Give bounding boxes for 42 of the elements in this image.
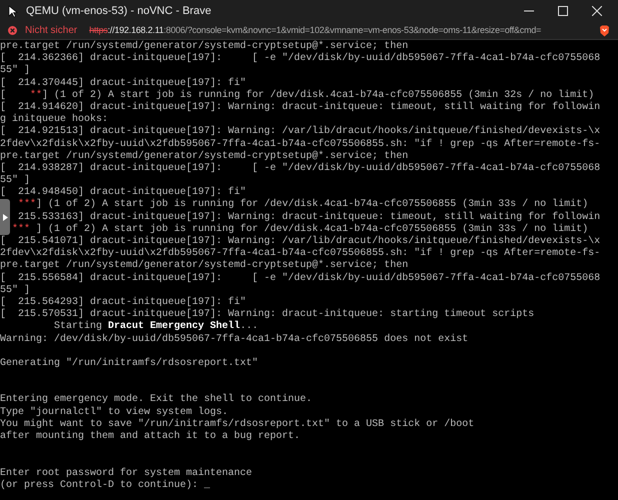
security-label[interactable]: Nicht sicher <box>25 23 78 38</box>
console-line: g initqueue hooks: <box>0 114 108 126</box>
play-icon <box>2 214 8 220</box>
console-line: [ 215.556584] dracut-initqueue[197]: [ -e "/dev/disk/by-uuid/db595067-7ffa-4ca1-b74a-cfc0755068 <box>0 272 600 284</box>
console-line: after mounting them and attach it to a bug report. <box>0 431 300 444</box>
console-line: 55" ] <box>0 65 30 78</box>
console-line: (or press Control-D to continue): _ <box>0 480 210 492</box>
console-line: [ 215.570531] dracut-initqueue[197]: Warning: dracut-initqueue: starting timeout scripts <box>0 309 534 320</box>
console-line: You might want to save "/run/initramfs/rdsosreport.txt" to a USB stick or /boot <box>0 418 474 430</box>
console-line: *** ] (1 of 2) A start job is running for /dev/disk.4ca1-b74a-cfc075506855 (3min 33s / no limit) <box>12 224 588 236</box>
window-title: QEMU (vm-enos-53) - noVNC - Brave <box>26 4 212 19</box>
console-line: Type "journalctl" to view system logs. <box>0 406 228 418</box>
console-line: [ 215.564293] dracut-initqueue[197]: fi" <box>0 296 246 308</box>
console-line: Entering emergency mode. Exit the shell to continue. <box>0 394 312 406</box>
url-field[interactable]: https://192.168.2.11:8006/?console=kvm&novnc=1&vmid=102&vmname=vm-enos-53&node=oms-11&resize=off&cmd= <box>89 24 542 38</box>
maximize-icon[interactable] <box>558 6 568 16</box>
console-line: 215.533163] dracut-initqueue[197]: Warning: dracut-initqueue: timeout, still waiting for followin <box>18 212 600 224</box>
console-line: 55" ] <box>0 284 30 296</box>
console-line: [ 215.541071] dracut-initqueue[197]: Warning: /var/lib/dracut/hooks/initqueue/finished/devexists-\x <box>0 236 600 248</box>
console-line: 55" ] <box>0 175 30 186</box>
console-line: pre.target /run/systemd/generator/systemd-cryptsetup@*.service; then <box>0 41 408 52</box>
console-line: [ 214.362366] dracut-initqueue[197]: [ -e "/dev/disk/by-uuid/db595067-7ffa-4ca1-b74a-cfc0755068 <box>0 53 600 64</box>
console-line: [ 214.921513] dracut-initqueue[197]: Warning: /var/lib/dracut/hooks/initqueue/finished/devexists-\x <box>0 126 600 138</box>
console-line: 2fdev\x2fdisk\x2fby-uuid\x2fdb595067-7ffa-4ca1-b74a-cfc075506855.sh: "if ! grep -qs After=remote-fs- <box>0 248 600 260</box>
warning-icon <box>8 26 17 35</box>
console-line: [ 214.914620] dracut-initqueue[197]: Warning: dracut-initqueue: timeout, still waiting for followin <box>0 102 600 114</box>
console-line: [ 214.938287] dracut-initqueue[197]: [ -e "/dev/disk/by-uuid/db595067-7ffa-4ca1-b74a-cfc0755068 <box>0 162 600 174</box>
lion-shield-icon[interactable] <box>599 24 610 36</box>
console-line: Generating "/run/initramfs/rdsosreport.txt" <box>0 358 258 370</box>
console-line: [ **] (1 of 2) A start job is running for /dev/disk.4ca1-b74a-cfc075506855 (3min 32s / no limit) <box>0 90 594 102</box>
console-line: 2fdev\x2fdisk\x2fby-uuid\x2fdb595067-7ffa-4ca1-b74a-cfc075506855.sh: "if ! grep -qs After=remote-fs- <box>0 138 600 150</box>
console-line: Enter root password for system maintenance <box>0 468 252 480</box>
sidebar-handle[interactable] <box>0 199 10 235</box>
console-line: pre.target /run/systemd/generator/systemd-cryptsetup@*.service; then <box>0 150 408 162</box>
console-line: pre.target /run/systemd/generator/systemd-cryptsetup@*.service; then <box>0 260 408 272</box>
console-line: [ 214.948450] dracut-initqueue[197]: fi" <box>0 187 246 198</box>
console-line: ***] (1 of 2) A start job is running for /dev/disk.4ca1-b74a-cfc075506855 (3min 33s / no limit) <box>18 199 588 212</box>
close-icon[interactable] <box>592 6 602 16</box>
cursor-icon <box>8 5 18 17</box>
console-line: Starting Dracut Emergency Shell... <box>54 321 258 334</box>
console-line: Warning: /dev/disk/by-uuid/db595067-7ffa-4ca1-b74a-cfc075506855 does not exist <box>0 334 468 346</box>
console-line: [ 214.370445] dracut-initqueue[197]: fi" <box>0 78 246 90</box>
